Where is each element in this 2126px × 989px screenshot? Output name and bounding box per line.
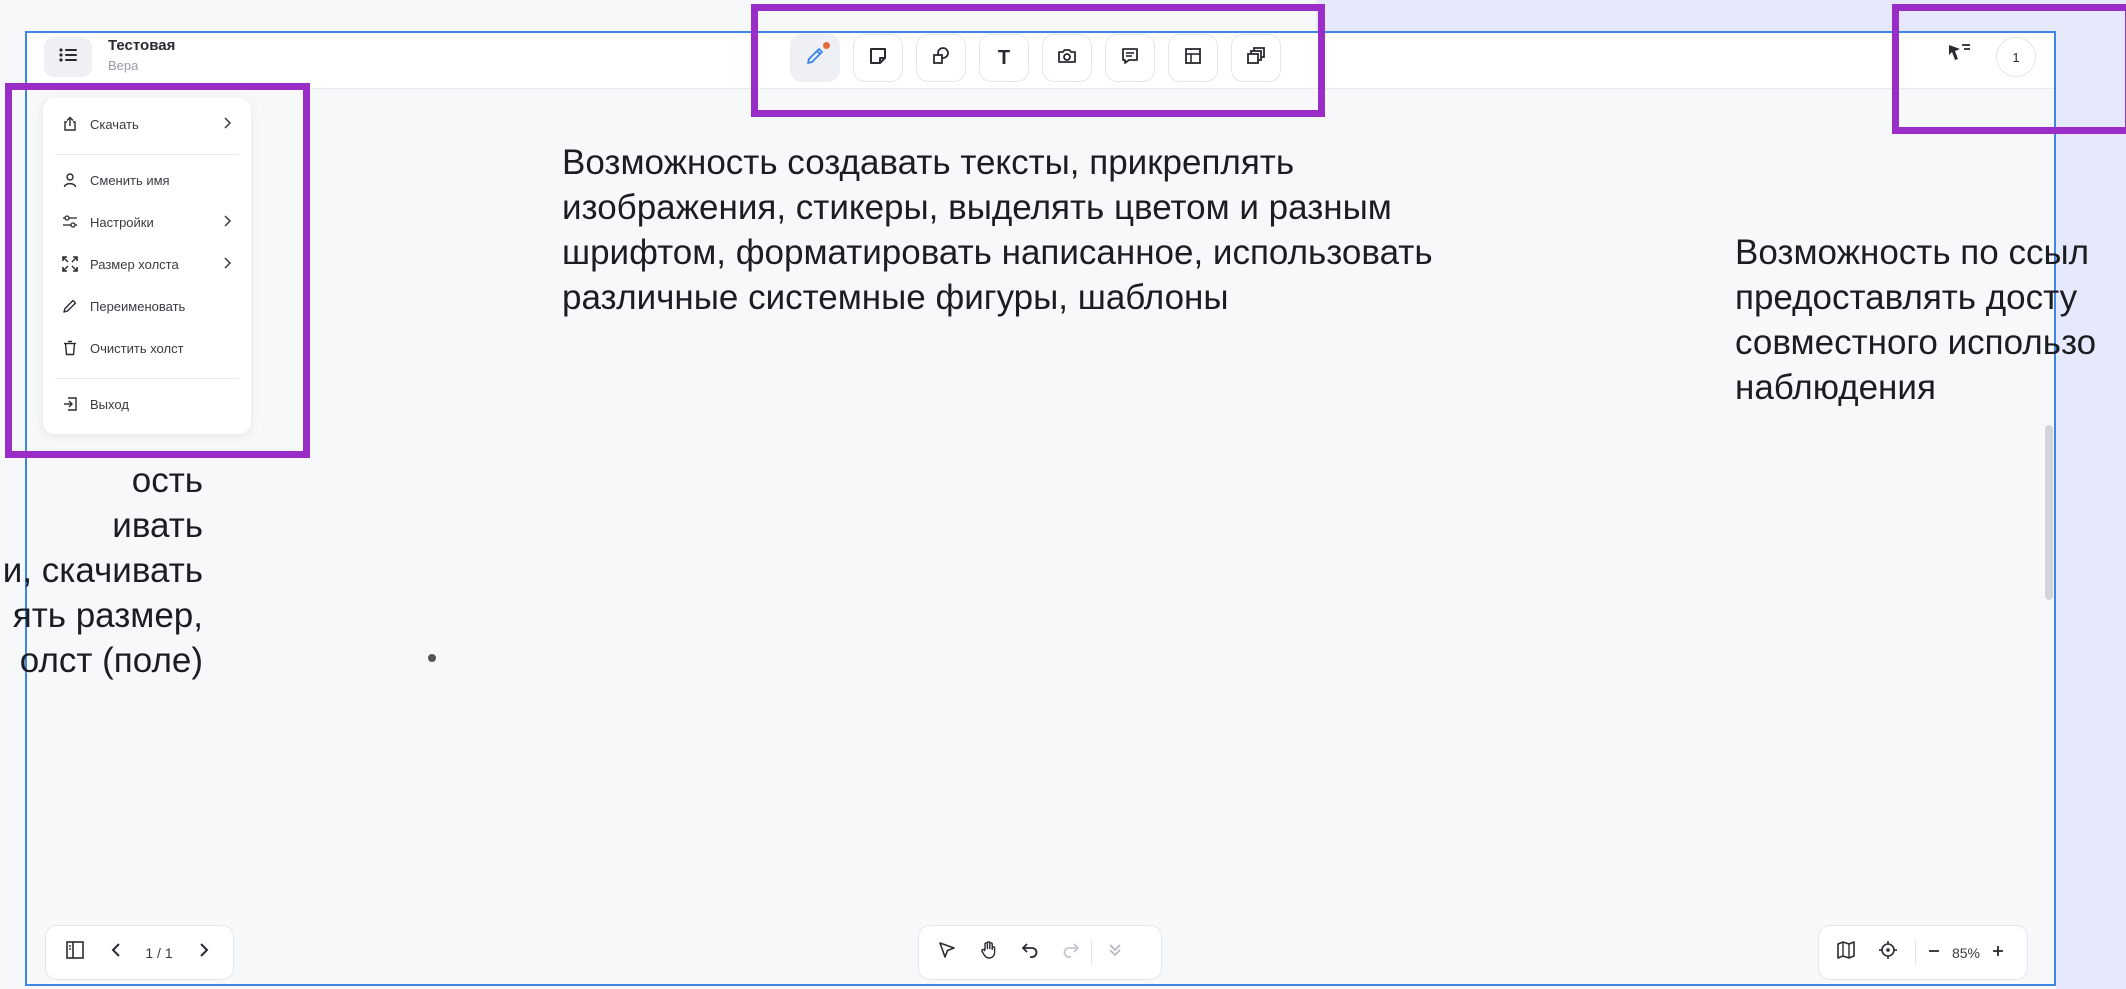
annotation-line: и, скачивать [2, 551, 203, 590]
undo-button[interactable] [1009, 933, 1051, 973]
annotation-left: ость ивать и, скачивать ять размер, олст… [3, 458, 203, 683]
list-icon [59, 47, 77, 67]
canvas-object-dot[interactable] [428, 654, 436, 662]
page-indicator: 1 / 1 [145, 944, 173, 961]
pointer-icon [937, 940, 957, 965]
annotation-center: Возможность создавать тексты, прикреплят… [562, 140, 1562, 320]
toggle-panel-button[interactable] [52, 933, 98, 973]
annotation-line: ивать [112, 506, 203, 545]
hand-icon [979, 940, 999, 965]
collapse-toolbar-button[interactable] [1092, 933, 1138, 973]
next-page-button[interactable] [184, 933, 224, 973]
annotation-line: изображения, стикеры, выделять цветом и … [562, 188, 1392, 227]
background-shade [2056, 0, 2126, 989]
menu-button[interactable] [44, 37, 92, 77]
annotation-line: ость [131, 461, 203, 500]
annotation-line: наблюдения [1735, 368, 1936, 407]
zoom-in-button[interactable] [1986, 933, 2010, 973]
page-navigation-bar: 1 / 1 [45, 925, 234, 980]
view-controls-bar: 85% [1818, 925, 2028, 980]
annotation-line: предоставлять досту [1735, 278, 2078, 317]
zoom-out-button[interactable] [1922, 933, 1946, 973]
chevrons-down-icon [1106, 941, 1124, 964]
chevron-left-icon [110, 942, 122, 963]
toolbar-divider [1915, 939, 1916, 966]
center-view-button[interactable] [1867, 933, 1909, 973]
plus-icon [1992, 944, 2004, 962]
undo-icon [1020, 940, 1040, 965]
highlight-box-tools [751, 4, 1325, 117]
highlight-box-sharing [1892, 4, 2126, 134]
navigation-toolbar [918, 925, 1162, 980]
minus-icon [1928, 944, 1940, 962]
redo-button[interactable] [1051, 933, 1091, 973]
highlight-box-menu [5, 83, 310, 458]
document-owner: Вера [108, 58, 139, 73]
document-title[interactable]: Тестовая [108, 37, 175, 54]
redo-icon [1061, 940, 1081, 965]
hand-tool-button[interactable] [969, 933, 1009, 973]
annotation-line: совместного использо [1735, 323, 2097, 362]
zoom-level[interactable]: 85% [1946, 933, 1986, 973]
annotation-line: шрифтом, форматировать написанное, испол… [562, 233, 1433, 272]
annotation-line: Возможность по ссыл [1735, 233, 2090, 272]
map-icon [1836, 940, 1856, 965]
previous-page-button[interactable] [98, 933, 134, 973]
crosshair-icon [1878, 940, 1898, 965]
vertical-scrollbar[interactable] [2045, 425, 2053, 600]
annotation-right: Возможность по ссыл предоставлять досту … [1735, 230, 2125, 410]
sidebar-panel-icon [65, 940, 85, 965]
select-tool-button[interactable] [925, 933, 969, 973]
annotation-line: различные системные фигуры, шаблоны [562, 278, 1229, 317]
annotation-line: ять размер, [12, 596, 203, 635]
annotation-line: олст (поле) [19, 641, 203, 680]
minimap-button[interactable] [1825, 933, 1867, 973]
annotation-line: Возможность создавать тексты, прикреплят… [562, 143, 1295, 182]
chevron-right-icon [198, 942, 210, 963]
